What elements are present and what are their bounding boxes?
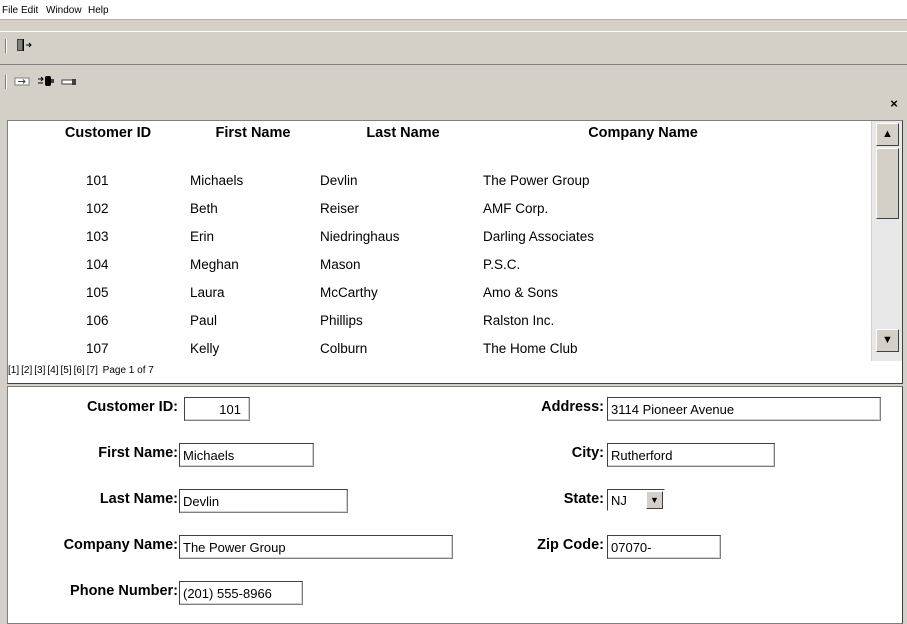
first-name-field[interactable]: Michaels	[179, 443, 314, 467]
city-label: City:	[571, 445, 604, 461]
cell-customer-id: 106	[86, 313, 109, 328]
company-name-label: Company Name:	[63, 537, 178, 553]
page-link-7[interactable]: [7]	[87, 365, 98, 376]
zip-code-field[interactable]: 07070-	[607, 535, 721, 559]
cell-customer-id: 102	[86, 201, 109, 216]
page-link-4[interactable]: [4]	[47, 365, 58, 376]
zip-code-label: Zip Code:	[537, 537, 604, 553]
key-icon[interactable]	[60, 73, 78, 89]
cell-company-name: The Power Group	[483, 173, 590, 188]
connect-plug-icon[interactable]	[37, 73, 55, 89]
state-select[interactable]: NJ ▼	[607, 489, 665, 511]
menu-file[interactable]: File	[2, 5, 18, 16]
cell-last-name: Devlin	[320, 173, 358, 188]
cell-customer-id: 107	[86, 341, 109, 356]
column-header-first-name[interactable]: First Name	[198, 125, 308, 141]
cell-company-name: Ralston Inc.	[483, 313, 555, 328]
customer-id-field[interactable]: 101	[184, 397, 250, 421]
cell-company-name: The Home Club	[483, 341, 578, 356]
toolbar-grip	[5, 39, 7, 53]
column-header-customer-id[interactable]: Customer ID	[58, 125, 158, 141]
scroll-down-button[interactable]: ▼	[876, 329, 899, 352]
page-link-2[interactable]: [2]	[21, 365, 32, 376]
cell-company-name: Darling Associates	[483, 229, 595, 244]
cell-last-name: Reiser	[320, 201, 360, 216]
cell-first-name: Michaels	[190, 173, 244, 188]
phone-number-label: Phone Number:	[70, 583, 178, 599]
cell-customer-id: 105	[86, 285, 109, 300]
cell-first-name: Meghan	[190, 257, 239, 272]
grid-scrollbar[interactable]: ▲ ▼	[871, 121, 902, 361]
address-label: Address:	[541, 399, 604, 415]
cell-first-name: Beth	[190, 201, 218, 216]
close-pane-button[interactable]: ×	[886, 96, 902, 112]
customer-id-label: Customer ID:	[86, 399, 178, 415]
customer-detail-form: Customer ID: 101 First Name: Michaels La…	[7, 386, 903, 624]
cell-customer-id: 101	[86, 173, 109, 188]
cell-first-name: Laura	[190, 285, 225, 300]
chevron-down-icon[interactable]: ▼	[646, 491, 663, 509]
toolbar-row-1	[0, 33, 907, 63]
company-name-field[interactable]: The Power Group	[179, 535, 453, 559]
cell-last-name: Phillips	[320, 313, 363, 328]
first-name-label: First Name:	[98, 445, 178, 461]
cell-customer-id: 104	[86, 257, 109, 272]
page-link-3[interactable]: [3]	[34, 365, 45, 376]
cell-last-name: McCarthy	[320, 285, 378, 300]
menu-window[interactable]: Window	[46, 5, 82, 16]
last-name-field[interactable]: Devlin	[179, 489, 348, 513]
cell-first-name: Paul	[190, 313, 218, 328]
toolbar-row-2	[0, 64, 907, 122]
menu-edit[interactable]: Edit	[21, 5, 38, 16]
cell-last-name: Mason	[320, 257, 361, 272]
cell-first-name: Erin	[190, 229, 215, 244]
cell-customer-id: 103	[86, 229, 109, 244]
city-field[interactable]: Rutherford	[607, 443, 775, 467]
page-link-5[interactable]: [5]	[61, 365, 72, 376]
toolbar-main	[0, 31, 907, 32]
column-header-last-name[interactable]: Last Name	[348, 125, 458, 141]
record-nav-icon[interactable]	[14, 73, 32, 89]
address-field[interactable]: 3114 Pioneer Avenue	[607, 397, 881, 421]
scroll-thumb[interactable]	[876, 148, 899, 219]
toolbar-grip	[5, 75, 7, 89]
cell-company-name: AMF Corp.	[483, 201, 549, 216]
scroll-up-button[interactable]: ▲	[876, 123, 899, 146]
exit-door-icon[interactable]	[15, 37, 33, 53]
page-link-6[interactable]: [6]	[74, 365, 85, 376]
pager: [1] [2] [3] [4] [5] [6] [7] Page 1 of 7	[8, 365, 154, 376]
page-link-1[interactable]: [1]	[8, 365, 19, 376]
phone-number-field[interactable]: (201) 555-8966	[179, 581, 303, 605]
cell-last-name: Colburn	[320, 341, 368, 356]
page-status: Page 1 of 7	[102, 365, 154, 376]
cell-company-name: P.S.C.	[483, 257, 521, 272]
cell-company-name: Amo & Sons	[483, 285, 559, 300]
last-name-label: Last Name:	[99, 491, 178, 507]
customer-grid: Customer ID First Name Last Name Company…	[7, 120, 903, 384]
state-label: State:	[563, 491, 604, 507]
cell-last-name: Niedringhaus	[320, 229, 400, 244]
cell-first-name: Kelly	[190, 341, 220, 356]
menu-bar: File Edit Window Help	[0, 0, 907, 20]
menu-help[interactable]: Help	[88, 5, 109, 16]
state-select-value: NJ	[611, 493, 627, 508]
column-header-company-name[interactable]: Company Name	[548, 125, 738, 141]
